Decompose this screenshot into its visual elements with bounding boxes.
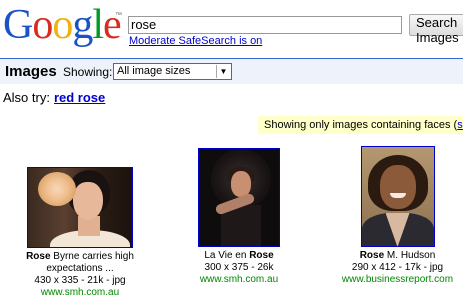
result-title-bold: Rose [26, 251, 51, 262]
logo-letter: G [3, 2, 33, 48]
result-thumbnail[interactable] [360, 146, 435, 247]
result-title-rest: Byrne carries high [50, 251, 134, 262]
image-result: La Vie en Rose 300 x 375 - 26k www.smh.c… [180, 148, 298, 286]
image-result: Rose Byrne carries high expectations ...… [10, 167, 150, 299]
google-logo[interactable]: Google [3, 2, 122, 48]
logo-letter: o [52, 2, 73, 48]
logo-letter: g [72, 2, 93, 48]
logo-letter: l [92, 2, 104, 48]
result-title-rest: M. Hudson [384, 250, 436, 261]
image-size-select[interactable]: All image sizes ▼ [113, 63, 232, 80]
result-domain: www.smh.com.au [199, 274, 279, 285]
result-title-pre: La Vie en [204, 250, 250, 261]
trademark-symbol: ™ [115, 12, 122, 19]
faces-notice-text: Showing only images containing faces ( [264, 119, 458, 131]
result-domain: www.businessreport.com [341, 274, 454, 285]
images-toolbar: Images Showing: All image sizes ▼ [0, 58, 463, 84]
result-title-line2: expectations ... [46, 263, 114, 274]
image-result: Rose M. Hudson 290 x 412 - 17k - jpg www… [330, 146, 463, 286]
result-thumbnail[interactable] [27, 167, 133, 248]
image-size-value: All image sizes [117, 65, 191, 77]
dropdown-arrow-icon[interactable]: ▼ [216, 65, 230, 78]
showing-label: Showing: [63, 65, 113, 79]
result-domain: www.smh.com.au [40, 287, 120, 298]
result-title: La Vie en Rose [180, 250, 298, 262]
also-try-suggestion-link[interactable]: red rose [54, 90, 105, 105]
also-try-label: Also try: [3, 90, 50, 105]
result-title-bold: Rose [249, 250, 274, 261]
result-title-bold: Rose [359, 250, 385, 261]
search-images-button[interactable]: Search Images [409, 14, 463, 45]
safesearch-link[interactable]: Moderate SafeSearch is on [129, 35, 262, 47]
also-try: Also try: red rose [3, 90, 105, 105]
search-input[interactable]: rose [128, 16, 402, 34]
result-meta: 290 x 412 - 17k - jpg [351, 262, 444, 273]
result-title: Rose Byrne carries high expectations ... [10, 251, 150, 275]
logo-letter: o [32, 2, 53, 48]
result-thumbnail[interactable] [198, 148, 280, 247]
faces-notice-link[interactable]: sh [457, 119, 463, 131]
result-title: Rose M. Hudson [330, 250, 463, 262]
faces-filter-notice: Showing only images containing faces (sh [258, 116, 463, 134]
result-meta: 430 x 335 - 21k - jpg [34, 275, 126, 286]
result-meta: 300 x 375 - 26k [204, 262, 274, 273]
logo-letter: e [103, 2, 122, 48]
section-title: Images [5, 63, 57, 80]
